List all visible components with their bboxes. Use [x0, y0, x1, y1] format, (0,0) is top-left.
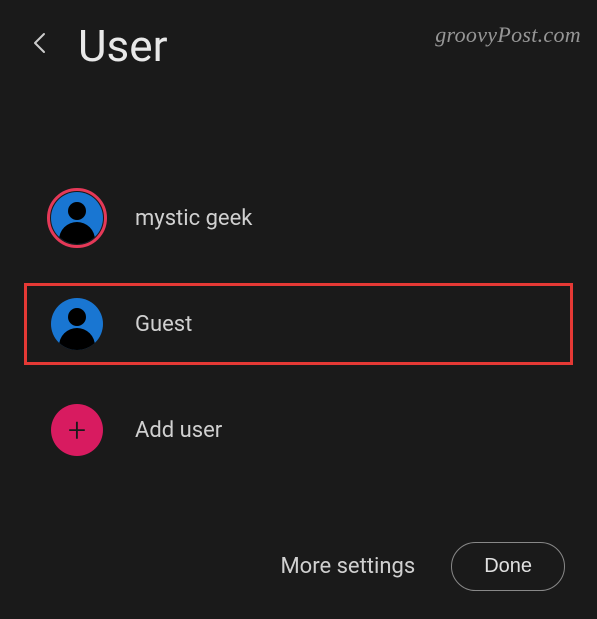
watermark-text: groovyPost.com	[435, 22, 581, 48]
more-settings-button[interactable]: More settings	[280, 554, 415, 579]
add-user-label: Add user	[135, 418, 222, 443]
avatar-icon	[51, 298, 103, 350]
user-label: Guest	[135, 312, 192, 337]
back-button[interactable]	[24, 24, 54, 68]
user-row-guest[interactable]: Guest	[24, 283, 573, 365]
done-button[interactable]: Done	[451, 542, 565, 591]
add-icon: +	[51, 404, 103, 456]
add-user-row[interactable]: + Add user	[24, 389, 573, 471]
user-label: mystic geek	[135, 206, 252, 231]
user-row-mystic-geek[interactable]: mystic geek	[24, 177, 573, 259]
current-user-ring	[47, 188, 107, 248]
page-title: User	[78, 20, 167, 72]
